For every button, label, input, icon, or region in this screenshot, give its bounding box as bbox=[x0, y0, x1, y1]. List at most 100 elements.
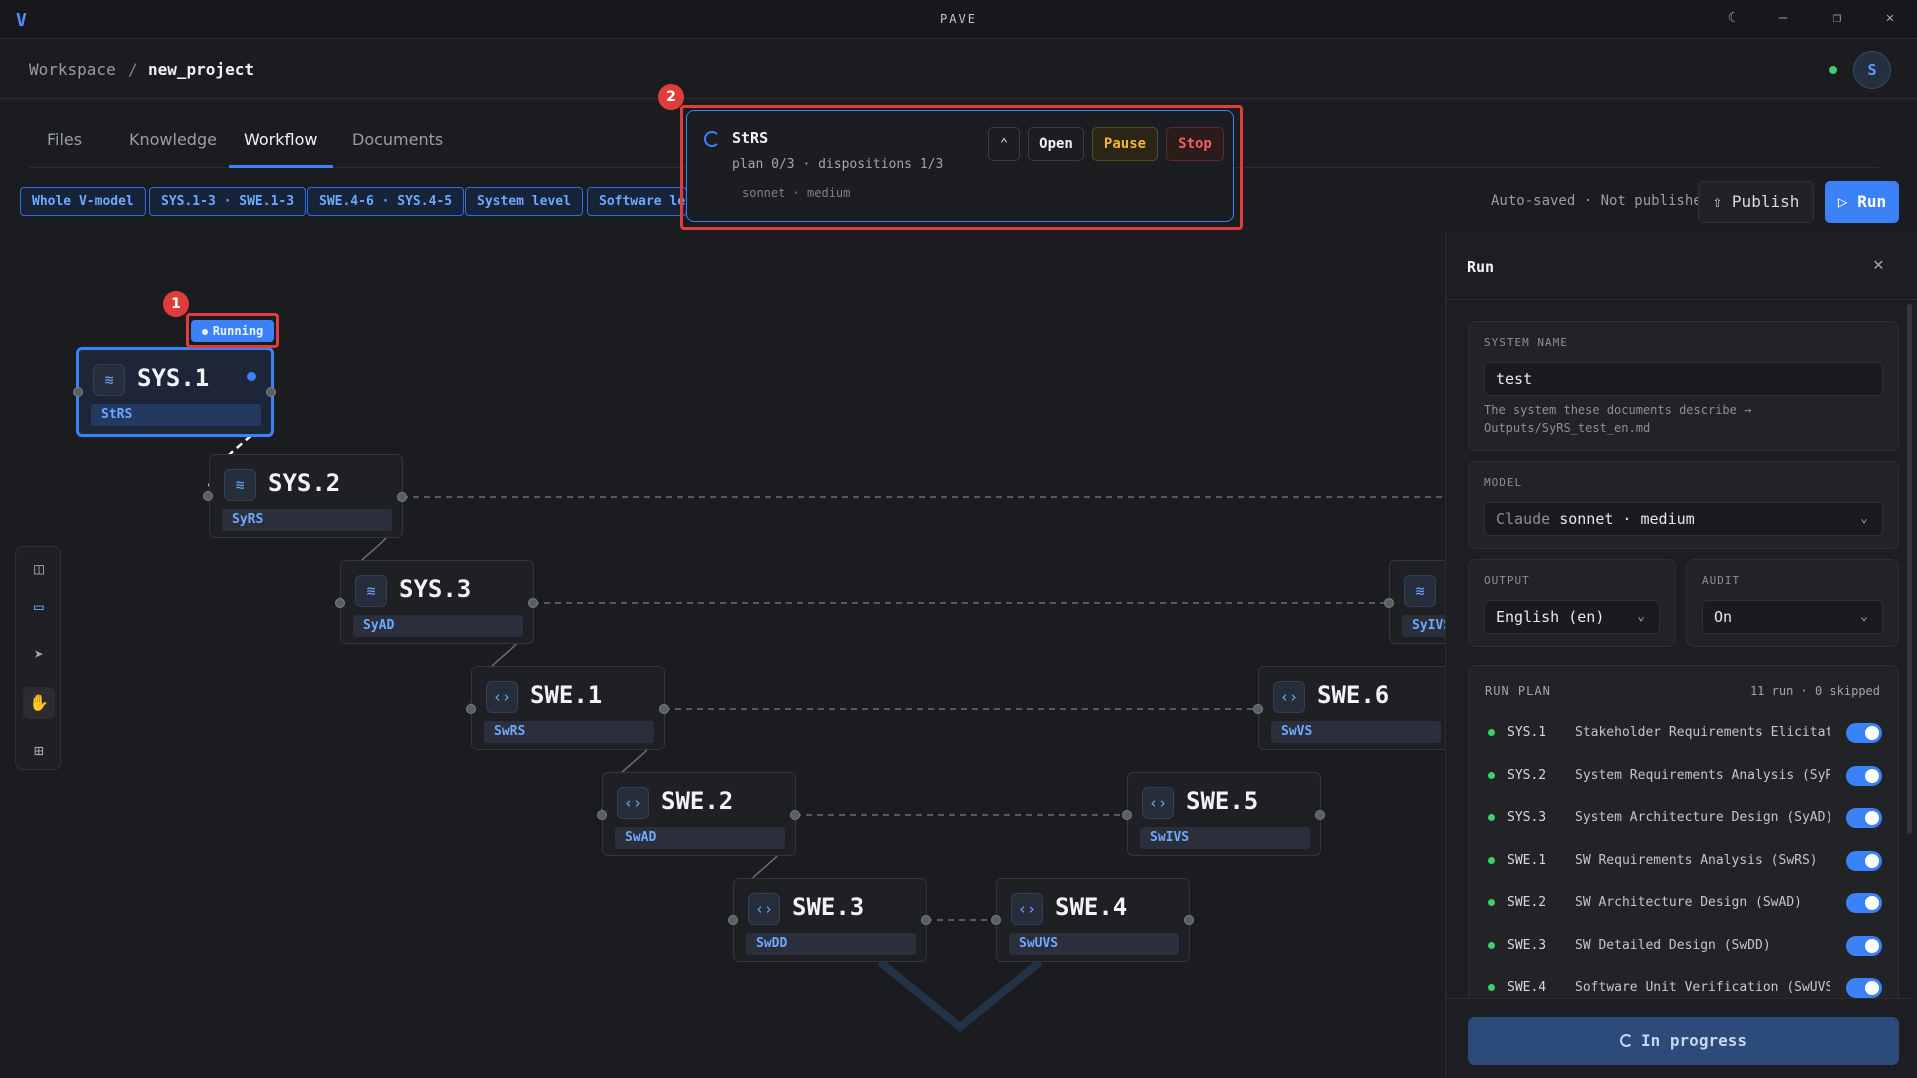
pointer-icon[interactable]: ➤ bbox=[23, 639, 55, 671]
output-port[interactable] bbox=[397, 492, 407, 502]
chevron-up-icon: ⌃ bbox=[999, 136, 1009, 152]
node-swe1[interactable]: ‹› SWE.1 SwRS bbox=[471, 666, 665, 750]
filter-sys1-3-swe1-3[interactable]: SYS.1-3 · SWE.1-3 bbox=[149, 187, 307, 216]
spinner-icon bbox=[704, 131, 720, 147]
node-swe6[interactable]: ‹› SWE.6 SwVS bbox=[1258, 666, 1445, 750]
input-port[interactable] bbox=[1122, 810, 1132, 820]
hand-icon[interactable]: ✋ bbox=[23, 687, 55, 719]
node-swe5[interactable]: ‹› SWE.5 SwIVS bbox=[1127, 772, 1321, 856]
plan-item-toggle[interactable] bbox=[1846, 936, 1882, 956]
input-port[interactable] bbox=[597, 810, 607, 820]
code-icon: ‹› bbox=[1273, 681, 1305, 713]
theme-toggle-icon[interactable]: ☾ bbox=[1722, 10, 1742, 30]
input-port[interactable] bbox=[203, 491, 213, 501]
input-port[interactable] bbox=[73, 387, 83, 397]
plan-item-toggle[interactable] bbox=[1846, 723, 1882, 743]
avatar[interactable]: S bbox=[1853, 51, 1891, 89]
run-panel: Run ✕ SYSTEM NAME test The system these … bbox=[1445, 232, 1917, 1078]
tab-knowledge[interactable]: Knowledge bbox=[129, 130, 217, 149]
audit-value: On bbox=[1714, 608, 1733, 626]
filter-software-level[interactable]: Software level bbox=[587, 187, 687, 216]
running-dot bbox=[201, 328, 208, 335]
model-select[interactable]: Claude sonnet · medium ⌄ bbox=[1484, 502, 1883, 536]
code-icon: ‹› bbox=[1142, 787, 1174, 819]
output-port[interactable] bbox=[266, 387, 276, 397]
tab-files[interactable]: Files bbox=[47, 130, 82, 149]
node-swe4[interactable]: ‹› SWE.4 SwUVS bbox=[996, 878, 1190, 962]
run-plan-label: RUN PLAN bbox=[1485, 684, 1551, 698]
output-select[interactable]: English (en) ⌄ bbox=[1484, 600, 1660, 634]
filter-whole-v-model[interactable]: Whole V-model bbox=[20, 187, 146, 216]
input-port[interactable] bbox=[991, 915, 1001, 925]
audit-select[interactable]: On ⌄ bbox=[1702, 600, 1883, 634]
grid-icon[interactable]: ⊞ bbox=[23, 735, 55, 767]
minimize-icon[interactable]: – bbox=[1773, 10, 1793, 30]
filter-system-level[interactable]: System level bbox=[465, 187, 583, 216]
node-doc-tag: SwAD bbox=[615, 827, 785, 849]
breadcrumb-workspace[interactable]: Workspace bbox=[29, 60, 116, 79]
node-id: SWE.2 bbox=[661, 787, 734, 815]
output-port[interactable] bbox=[921, 915, 931, 925]
plan-item-id: SWE.2 bbox=[1507, 895, 1547, 910]
output-port[interactable] bbox=[1315, 810, 1325, 820]
panel-toggle-icon[interactable]: ◫ bbox=[23, 553, 55, 585]
plan-item-toggle[interactable] bbox=[1846, 893, 1882, 913]
input-port[interactable] bbox=[466, 704, 476, 714]
publish-button[interactable]: ⇧ Publish bbox=[1698, 181, 1814, 223]
plan-item-toggle[interactable] bbox=[1846, 978, 1882, 998]
plan-item-toggle[interactable] bbox=[1846, 808, 1882, 828]
collapse-button[interactable]: ⌃ bbox=[988, 127, 1020, 161]
plan-item-name: SW Architecture Design (SwAD) bbox=[1575, 895, 1802, 910]
output-port[interactable] bbox=[528, 598, 538, 608]
run-button[interactable]: ▷ Run bbox=[1825, 181, 1899, 223]
tab-workflow[interactable]: Workflow bbox=[244, 130, 317, 149]
plan-item-id: SWE.3 bbox=[1507, 938, 1547, 953]
stop-button[interactable]: Stop bbox=[1166, 127, 1224, 161]
node-doc-tag: StRS bbox=[91, 404, 261, 426]
node-sys3[interactable]: ≋ SYS.3 SyAD bbox=[340, 560, 534, 644]
active-tab-indicator bbox=[229, 165, 333, 168]
pause-button[interactable]: Pause bbox=[1092, 127, 1158, 161]
code-icon: ‹› bbox=[486, 681, 518, 713]
list-item: SYS.2 System Requirements Analysis (SyR… bbox=[1469, 755, 1895, 797]
node-sys1[interactable]: ≋ SYS.1 StRS bbox=[76, 347, 274, 437]
node-swe3[interactable]: ‹› SWE.3 SwDD bbox=[733, 878, 927, 962]
plan-item-name: System Architecture Design (SyAD) bbox=[1575, 810, 1830, 825]
output-port[interactable] bbox=[790, 810, 800, 820]
document-icon[interactable]: ▭ bbox=[23, 591, 55, 623]
run-panel-header: Run ✕ bbox=[1446, 232, 1917, 300]
popup-title: StRS bbox=[732, 129, 769, 147]
node-sys4[interactable]: ≋ SyIVS bbox=[1389, 560, 1445, 644]
in-progress-label: In progress bbox=[1641, 1031, 1747, 1050]
plan-item-toggle[interactable] bbox=[1846, 851, 1882, 871]
node-id: SWE.4 bbox=[1055, 893, 1128, 921]
open-button[interactable]: Open bbox=[1028, 127, 1084, 161]
run-plan-summary: 11 run · 0 skipped bbox=[1749, 684, 1880, 698]
in-progress-button[interactable]: In progress bbox=[1468, 1017, 1899, 1065]
plan-item-toggle[interactable] bbox=[1846, 766, 1882, 786]
maximize-icon[interactable]: ❐ bbox=[1827, 10, 1847, 30]
output-label: OUTPUT bbox=[1484, 574, 1530, 587]
node-swe2[interactable]: ‹› SWE.2 SwAD bbox=[602, 772, 796, 856]
input-port[interactable] bbox=[335, 598, 345, 608]
system-name-input[interactable]: test bbox=[1484, 362, 1883, 396]
close-icon[interactable]: ✕ bbox=[1873, 254, 1884, 275]
breadcrumb-separator: / bbox=[128, 60, 138, 79]
workflow-canvas[interactable]: ≋ SYS.1 StRS ≋ SYS.2 SyRS ≋ SYS.3 SyAD ‹… bbox=[0, 232, 1445, 1078]
plan-item-name: Stakeholder Requirements Elicitat… bbox=[1575, 725, 1830, 740]
input-port[interactable] bbox=[1384, 598, 1394, 608]
filter-swe4-6-sys4-5[interactable]: SWE.4-6 · SYS.4-5 bbox=[307, 187, 465, 216]
autosave-status: Auto-saved · Not published bbox=[1491, 193, 1711, 209]
node-doc-tag: SwRS bbox=[484, 721, 654, 743]
status-dot bbox=[1488, 814, 1495, 821]
output-port[interactable] bbox=[659, 704, 669, 714]
close-icon[interactable]: ✕ bbox=[1880, 10, 1900, 30]
panel-scrollbar[interactable] bbox=[1907, 304, 1912, 834]
tab-documents[interactable]: Documents bbox=[352, 130, 443, 149]
input-port[interactable] bbox=[1253, 704, 1263, 714]
input-port[interactable] bbox=[728, 915, 738, 925]
plan-item-name: SW Detailed Design (SwDD) bbox=[1575, 938, 1771, 953]
layers-icon: ≋ bbox=[224, 469, 256, 501]
node-sys2[interactable]: ≋ SYS.2 SyRS bbox=[209, 454, 403, 538]
output-port[interactable] bbox=[1184, 915, 1194, 925]
